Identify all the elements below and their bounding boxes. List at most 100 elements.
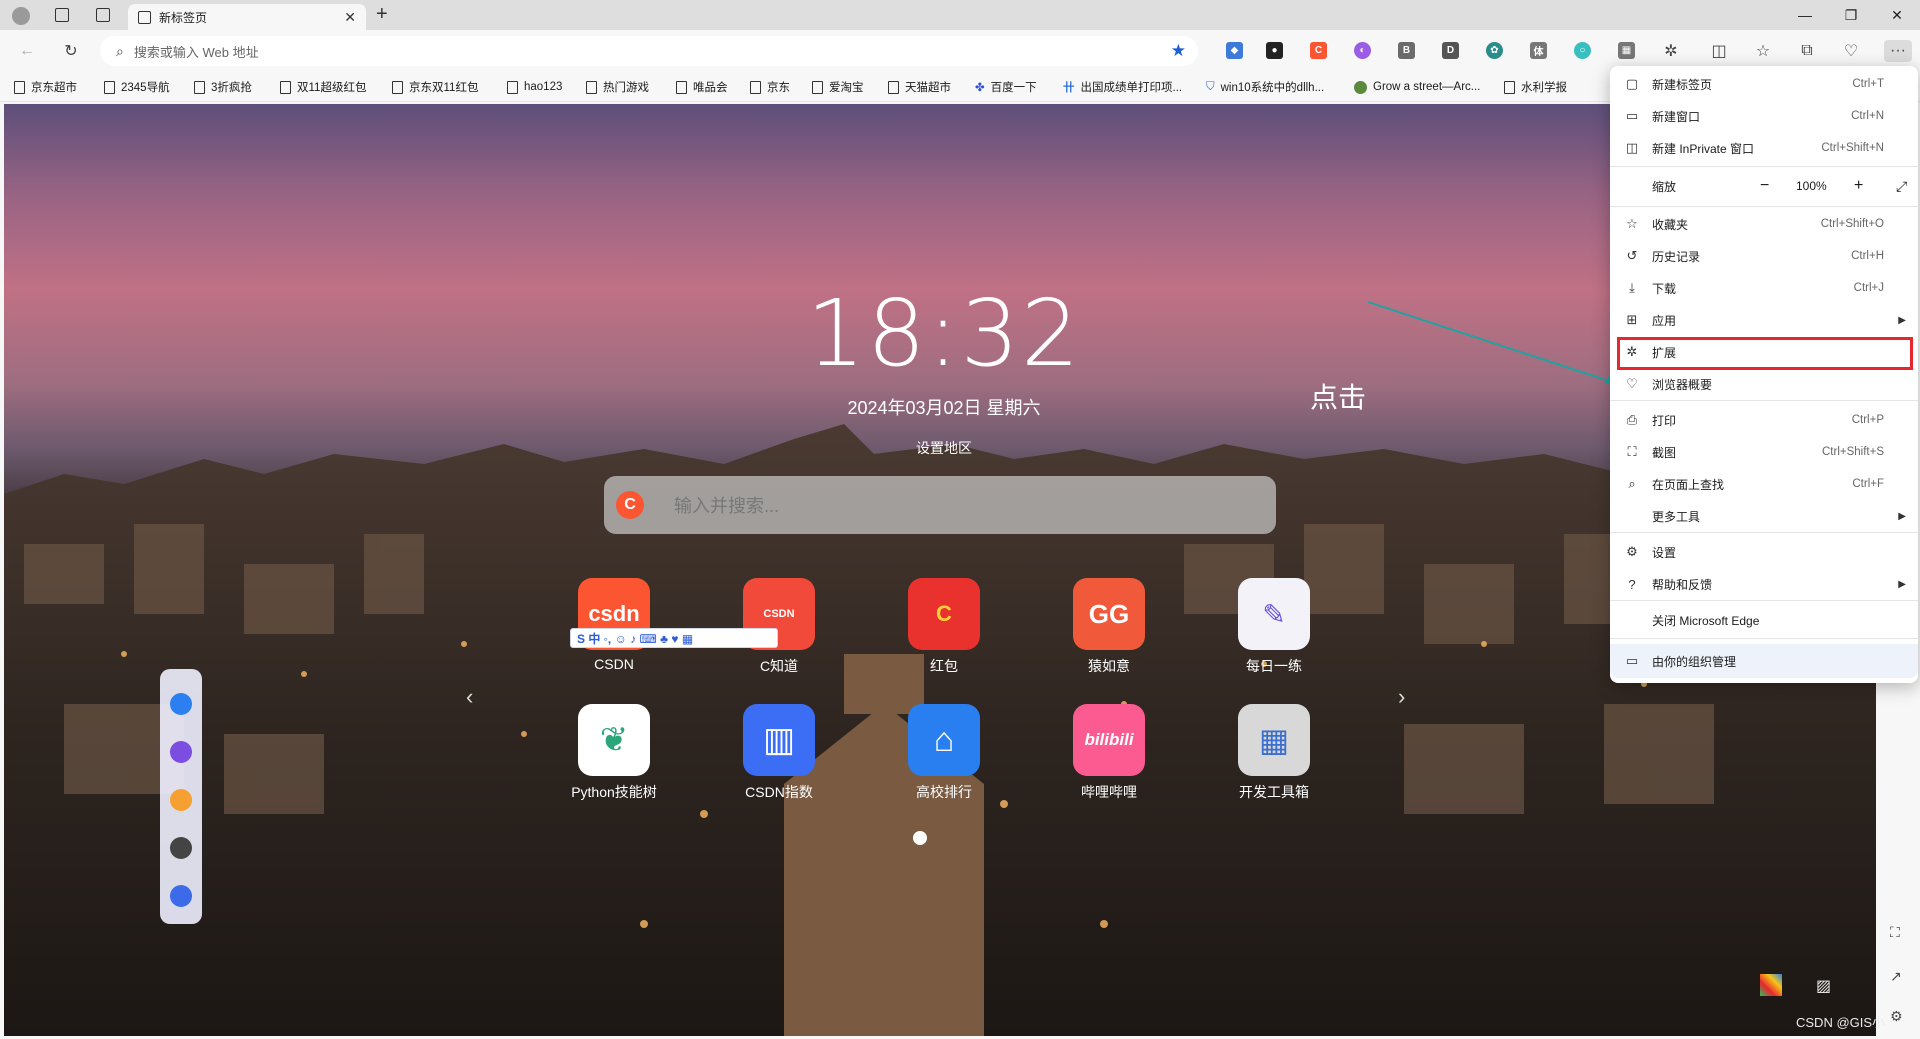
menu-item-more-tools[interactable]: 更多工具 ▶ <box>1610 502 1918 530</box>
dock-icon-3[interactable] <box>170 789 192 811</box>
extension-icon-gear[interactable]: ✿ <box>1486 42 1503 59</box>
close-window-button[interactable]: ✕ <box>1874 0 1920 30</box>
workspaces-icon[interactable] <box>55 8 69 25</box>
sidebar-customize-icon[interactable]: ⛶ <box>1890 924 1900 941</box>
sidebar-settings-icon[interactable]: ⚙ <box>1890 1008 1903 1025</box>
app-tile-csdn[interactable]: csdn CSDN <box>549 578 679 672</box>
menu-item-favorites[interactable]: ☆ 收藏夹 Ctrl+Shift+O <box>1610 210 1918 238</box>
menu-item-inprivate[interactable]: ◫ 新建 InPrivate 窗口 Ctrl+Shift+N <box>1610 134 1918 162</box>
ntp-search-box[interactable]: C 输入并搜索... <box>604 476 1276 534</box>
favorite-item[interactable]: 京东 <box>750 78 790 96</box>
app-tile-dev-toolbox[interactable]: ▦ 开发工具箱 <box>1209 704 1339 802</box>
extension-icon-10[interactable]: ▦ <box>1618 42 1635 59</box>
favorite-star-icon[interactable]: ★ <box>1171 41 1186 61</box>
extension-icon-b[interactable]: B <box>1398 42 1415 59</box>
tab-new-tab[interactable]: 新标签页 ✕ <box>128 4 366 30</box>
menu-item-managed-by-org[interactable]: ▭ 由你的组织管理 <box>1610 644 1918 678</box>
collections-icon[interactable]: ⧉ <box>1796 40 1818 62</box>
menu-item-find[interactable]: ⌕ 在页面上查找 Ctrl+F <box>1610 470 1918 498</box>
wallpaper-icon[interactable]: ▨ <box>1816 976 1831 996</box>
menu-item-settings[interactable]: ⚙ 设置 <box>1610 538 1918 566</box>
menu-item-downloads[interactable]: ⤓ 下载 Ctrl+J <box>1610 274 1918 302</box>
settings-more-icon[interactable]: ··· <box>1884 40 1912 62</box>
extension-icon-9[interactable]: ○ <box>1574 42 1591 59</box>
app-tile-hongbao[interactable]: C 红包 <box>879 578 1009 676</box>
next-page-arrow-icon[interactable]: › <box>1398 684 1405 710</box>
refresh-icon[interactable]: ↻ <box>60 40 82 62</box>
menu-item-screenshot[interactable]: ⛶ 截图 Ctrl+Shift+S <box>1610 438 1918 466</box>
shield-icon: ⛉ <box>1206 80 1215 93</box>
chevron-right-icon: ▶ <box>1898 314 1906 326</box>
app-tile-c-zhidao[interactable]: CSDN C知道 <box>714 578 844 676</box>
download-icon: ⤓ <box>1629 280 1635 295</box>
apps-icon: ⊞ <box>1626 312 1638 327</box>
prev-page-arrow-icon[interactable]: ‹ <box>466 684 473 710</box>
favorites-icon[interactable]: ☆ <box>1752 40 1774 62</box>
menu-item-close-edge[interactable]: 关闭 Microsoft Edge <box>1610 606 1918 634</box>
favorite-item[interactable]: ⛉ win10系统中的dllh... <box>1206 78 1324 96</box>
favorite-item[interactable]: 水利学报 <box>1504 78 1567 96</box>
favorite-item[interactable]: 天猫超市 <box>888 78 951 96</box>
dock-icon-1[interactable] <box>170 693 192 715</box>
app-tile-python-tree[interactable]: ❦ Python技能树 <box>549 704 679 802</box>
history-icon: ↺ <box>1626 248 1638 263</box>
app-tile-csdn-index[interactable]: ▥ CSDN指数 <box>714 704 844 802</box>
back-icon[interactable]: ← <box>16 40 38 62</box>
search-icon: ⌕ <box>116 42 124 59</box>
favorite-item[interactable]: 2345导航 <box>104 78 170 96</box>
vertical-tabs-icon[interactable] <box>96 8 110 25</box>
minimize-button[interactable]: — <box>1782 0 1828 30</box>
close-tab-icon[interactable]: ✕ <box>344 9 356 26</box>
page-indicator-dot[interactable] <box>913 831 927 845</box>
zoom-in-icon[interactable]: + <box>1854 177 1863 195</box>
app-label: 红包 <box>930 658 958 674</box>
menu-item-new-window[interactable]: ▭ 新建窗口 Ctrl+N <box>1610 102 1918 130</box>
favorite-item[interactable]: 双11超级红包 <box>280 78 366 96</box>
app-tile-yuanruyi[interactable]: GG 猿如意 <box>1044 578 1174 676</box>
app-label: 高校排行 <box>916 784 972 800</box>
restore-button[interactable]: ❐ <box>1828 0 1874 30</box>
extension-icon-csdn[interactable]: C <box>1310 42 1327 59</box>
dock-icon-5[interactable] <box>170 885 192 907</box>
favorite-item[interactable]: ✤ 百度一下 <box>975 78 1037 96</box>
app-tile-daily-practice[interactable]: ✎ 每日一练 <box>1209 578 1339 676</box>
profile-icon[interactable] <box>12 7 30 25</box>
open-external-icon[interactable]: ↗ <box>1890 968 1902 985</box>
extensions-icon[interactable]: ✲ <box>1660 40 1682 62</box>
favorite-item[interactable]: hao123 <box>507 78 562 96</box>
menu-item-help[interactable]: ? 帮助和反馈 ▶ <box>1610 570 1918 598</box>
favorite-item[interactable]: 热门游戏 <box>586 78 649 96</box>
address-bar[interactable]: ⌕ 搜索或输入 Web 地址 ★ <box>100 36 1198 66</box>
ime-toolbar[interactable]: S 中 ◦, ☺ ♪ ⌨ ♣ ♥ ▦ <box>570 628 778 648</box>
new-tab-button[interactable]: + <box>376 3 388 26</box>
favorite-item[interactable]: 爱淘宝 <box>812 78 864 96</box>
menu-item-history[interactable]: ↺ 历史记录 Ctrl+H <box>1610 242 1918 270</box>
favorite-item[interactable]: 卄出国成绩单打印项... <box>1063 78 1182 96</box>
set-region-link[interactable]: 设置地区 <box>4 438 1876 458</box>
extension-icon-d[interactable]: D <box>1442 42 1459 59</box>
extension-icon-2[interactable]: ● <box>1266 42 1283 59</box>
browser-essentials-icon[interactable]: ♡ <box>1840 40 1862 62</box>
page-icon <box>676 80 687 94</box>
favorite-item[interactable]: 唯品会 <box>676 78 728 96</box>
app-tile-university-rank[interactable]: ⌂ 高校排行 <box>879 704 1009 802</box>
favorite-item[interactable]: 京东超市 <box>14 78 77 96</box>
fullscreen-icon[interactable]: ⤢ <box>1896 178 1907 195</box>
zoom-out-icon[interactable]: − <box>1760 177 1769 195</box>
extension-icon-4[interactable]: ◐ <box>1354 42 1371 59</box>
menu-item-apps[interactable]: ⊞ 应用 ▶ <box>1610 306 1918 334</box>
app-tile-bilibili[interactable]: bilibili 哔哩哔哩 <box>1044 704 1174 802</box>
extension-icon-ti[interactable]: 体 <box>1530 42 1547 59</box>
dock-icon-4[interactable] <box>170 837 192 859</box>
dock-icon-2[interactable] <box>170 741 192 763</box>
menu-item-browser-essentials[interactable]: ♡ 浏览器概要 <box>1610 370 1918 398</box>
favorite-item[interactable]: Grow a street—Arc... <box>1354 78 1480 96</box>
split-screen-icon[interactable]: ◫ <box>1708 40 1730 62</box>
favorite-item[interactable]: 3折疯抢 <box>194 78 252 96</box>
page-icon <box>392 80 403 94</box>
menu-item-print[interactable]: ⎙ 打印 Ctrl+P <box>1610 406 1918 434</box>
extension-icon-1[interactable]: ◆ <box>1226 42 1243 59</box>
favorite-item[interactable]: 京东双11红包 <box>392 78 478 96</box>
menu-item-new-tab[interactable]: ▢ 新建标签页 Ctrl+T <box>1610 70 1918 98</box>
colorful-app-icon[interactable] <box>1760 974 1782 996</box>
